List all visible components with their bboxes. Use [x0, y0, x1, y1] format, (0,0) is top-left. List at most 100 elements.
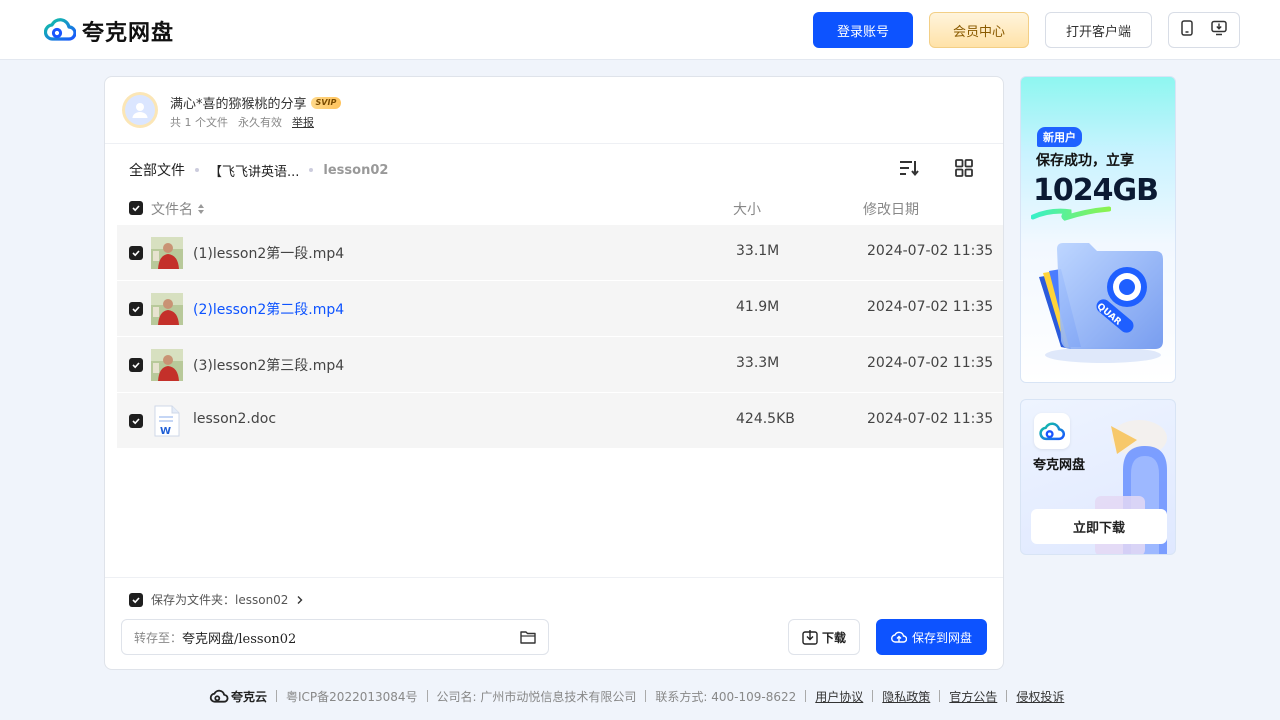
footer-separator	[276, 690, 278, 702]
destination-value: 夸克网盘/lesson02	[182, 631, 297, 647]
cloud-logo-icon	[209, 689, 229, 703]
download-now-button[interactable]: 立即下载	[1031, 509, 1167, 544]
validity: 永久有效	[238, 116, 282, 129]
privacy-policy-link[interactable]: 隐私政策	[882, 688, 930, 705]
footer-icp[interactable]: 粤ICP备2022013084号	[286, 688, 418, 705]
avatar	[122, 92, 158, 128]
file-date: 2024-07-02 11:35	[867, 355, 994, 371]
footer-brand: 夸克云	[209, 688, 267, 705]
breadcrumb-middle[interactable]: 【飞飞讲英语...	[209, 161, 299, 180]
breadcrumb: 全部文件 【飞飞讲英语... lesson02	[129, 160, 388, 180]
folder-icon[interactable]	[520, 630, 536, 647]
app-name: 夸克网盘	[1033, 458, 1086, 473]
infringement-report-link[interactable]: 侵权投诉	[1016, 688, 1064, 705]
file-name[interactable]: (3)lesson2第三段.mp4	[193, 355, 344, 375]
top-bar: 夸克网盘 登录账号 会员中心 打开客户端	[0, 0, 1280, 60]
footer-contact: 联系方式: 400-109-8622	[655, 689, 797, 704]
share-title: 满心*喜的猕猴桃的分享 SVIP	[170, 93, 342, 112]
official-notice-link[interactable]: 官方公告	[949, 688, 997, 705]
save-as-folder-option[interactable]: 保存为文件夹：lesson02	[129, 591, 304, 608]
save-as-checkbox[interactable]	[129, 592, 143, 607]
breadcrumb-separator	[195, 168, 199, 172]
promo-line: 保存成功，立享	[1036, 153, 1134, 169]
column-size-header: 大小	[733, 202, 761, 218]
open-client-button[interactable]: 打开客户端	[1045, 12, 1152, 48]
report-link[interactable]: 举报	[292, 114, 314, 130]
share-meta: 共 1 个文件 永久有效 举报	[170, 114, 314, 130]
new-user-badge: 新用户	[1037, 127, 1082, 147]
table-row[interactable]: (1)lesson2第一段.mp4 33.1M 2024-07-02 11:35	[117, 225, 1003, 281]
footer-separator	[645, 690, 647, 702]
table-header: 文件名 大小 修改日期	[105, 197, 1003, 225]
file-date: 2024-07-02 11:35	[867, 299, 994, 315]
download-icon	[802, 630, 818, 645]
row-checkbox[interactable]	[129, 414, 143, 428]
sort-arrows-icon	[198, 204, 204, 214]
share-title-text: 满心*喜的猕猴桃的分享	[170, 97, 307, 112]
save-to-drive-label: 保存到网盘	[911, 630, 972, 645]
row-checkbox[interactable]	[129, 358, 143, 372]
mobile-phone-icon[interactable]	[1181, 20, 1193, 40]
login-button[interactable]: 登录账号	[813, 12, 913, 48]
file-size: 33.1M	[736, 243, 780, 259]
footer-company: 公司名: 广州市动悦信息技术有限公司	[436, 689, 637, 704]
breadcrumb-current: lesson02	[323, 162, 389, 178]
file-count: 共 1 个文件	[170, 116, 228, 129]
file-name[interactable]: (1)lesson2第一段.mp4	[193, 243, 344, 263]
file-size: 424.5KB	[736, 411, 795, 427]
video-thumbnail	[151, 293, 183, 325]
grid-view-icon[interactable]	[954, 158, 974, 182]
footer-separator	[872, 690, 874, 702]
new-user-promo-banner[interactable]: 新用户 保存成功，立享 1024GB QUAR	[1020, 76, 1176, 383]
footer-separator	[1006, 690, 1008, 702]
select-all-checkbox[interactable]	[129, 201, 143, 215]
app-logo	[1034, 413, 1070, 449]
breadcrumb-root[interactable]: 全部文件	[129, 160, 185, 180]
destination-label: 转存至：	[134, 630, 183, 645]
quark-logo[interactable]: 夸克网盘	[43, 15, 175, 47]
destination-field[interactable]: 转存至： 夸克网盘/lesson02	[121, 619, 549, 655]
footer-separator	[805, 690, 807, 702]
cloud-upload-icon	[891, 631, 907, 643]
user-agreement-link[interactable]: 用户协议	[815, 688, 863, 705]
download-button[interactable]: 下载	[788, 619, 860, 655]
swoosh-decoration	[1031, 206, 1111, 221]
footer-separator	[426, 690, 428, 702]
file-date: 2024-07-02 11:35	[867, 411, 994, 427]
column-name-header[interactable]: 文件名	[151, 199, 205, 219]
user-icon	[132, 103, 148, 118]
folder-illustration: QUAR	[1039, 243, 1163, 363]
row-checkbox[interactable]	[129, 246, 143, 260]
column-date-header: 修改日期	[863, 202, 919, 218]
save-bar: 保存为文件夹：lesson02 转存至： 夸克网盘/lesson02 下载 保存…	[105, 577, 1003, 669]
row-checkbox[interactable]	[129, 302, 143, 316]
video-thumbnail	[151, 349, 183, 381]
download-label: 下载	[821, 630, 846, 645]
logo-text: 夸克网盘	[82, 21, 175, 46]
svip-badge: SVIP	[310, 96, 342, 109]
footer-brand-text: 夸克云	[231, 689, 268, 704]
file-list: (1)lesson2第一段.mp4 33.1M 2024-07-02 11:35…	[117, 225, 1003, 449]
save-to-drive-button[interactable]: 保存到网盘	[876, 619, 987, 655]
file-name[interactable]: lesson2.doc	[193, 411, 276, 427]
file-date: 2024-07-02 11:35	[867, 243, 994, 259]
table-row[interactable]: W lesson2.doc 424.5KB 2024-07-02 11:35	[117, 393, 1003, 449]
svg-text:W: W	[160, 426, 171, 437]
table-row[interactable]: (3)lesson2第三段.mp4 33.3M 2024-07-02 11:35	[117, 337, 1003, 393]
chevron-right-icon	[297, 595, 303, 604]
cloud-logo-icon	[43, 15, 77, 47]
breadcrumb-separator	[309, 168, 314, 172]
vip-center-button[interactable]: 会员中心	[929, 12, 1029, 48]
word-doc-icon: W	[151, 405, 183, 437]
sort-icon[interactable]	[898, 158, 920, 182]
table-row[interactable]: (2)lesson2第二段.mp4 41.9M 2024-07-02 11:35	[117, 281, 1003, 337]
footer: 夸克云 粤ICP备2022013084号 公司名: 广州市动悦信息技术有限公司 …	[209, 686, 1064, 706]
desktop-download-icon[interactable]	[1211, 20, 1227, 40]
file-size: 41.9M	[736, 299, 780, 315]
save-as-label: 保存为文件夹：lesson02	[151, 593, 289, 607]
file-size: 33.3M	[736, 355, 780, 371]
file-name[interactable]: (2)lesson2第二段.mp4	[193, 299, 344, 319]
cloud-logo-icon	[1039, 422, 1065, 441]
share-panel: 满心*喜的猕猴桃的分享 SVIP 共 1 个文件 永久有效 举报 全部文件 【飞…	[104, 76, 1004, 670]
app-download-banner[interactable]: 夸克网盘 立即下载	[1020, 399, 1176, 555]
